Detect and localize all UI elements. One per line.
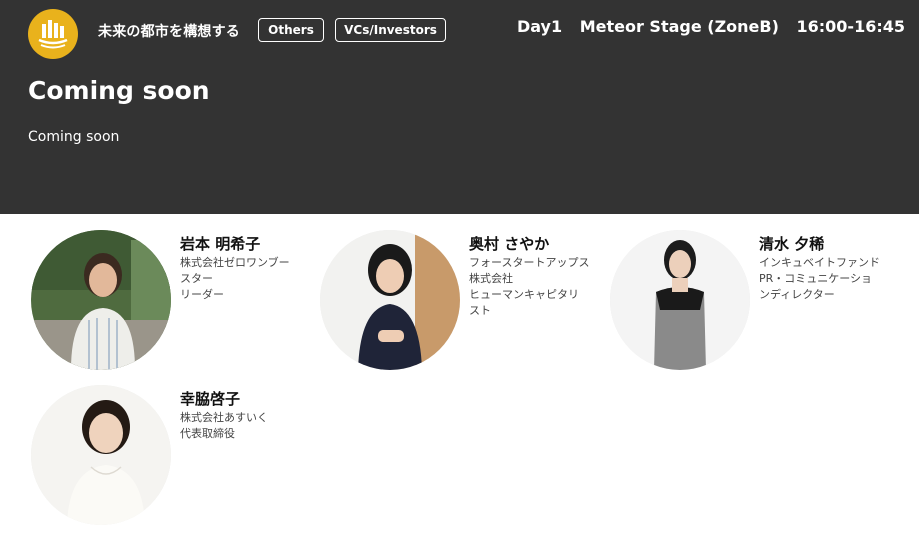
speaker-name: 幸脇啓子	[180, 390, 241, 408]
tag-vcs-investors[interactable]: VCs/Investors	[335, 18, 446, 42]
speaker-affiliation: フォースタートアップス 株式会社 ヒューマンキャピタリ スト	[469, 255, 594, 319]
affiliation-line: インキュベイトファンド	[759, 256, 880, 269]
session-meta: Day1 Meteor Stage (ZoneB) 16:00-16:45	[505, 17, 905, 36]
speaker-name: 岩本 明希子	[180, 235, 261, 253]
affiliation-line: 株式会社あすいく	[180, 411, 268, 424]
affiliation-line: ヒューマンキャピタリ	[469, 288, 579, 301]
speaker-affiliation: インキュベイトファンド PR・コミュニケーショ ンディレクター	[759, 255, 884, 303]
speaker-photo[interactable]	[31, 230, 171, 370]
city-logo-icon[interactable]	[28, 9, 78, 59]
session-header: 未来の都市を構想する Others VCs/Investors Day1 Met…	[0, 0, 919, 214]
session-time: 16:00-16:45	[796, 17, 906, 36]
session-stage: Meteor Stage (ZoneB)	[579, 17, 779, 36]
affiliation-line: 代表取締役	[180, 427, 235, 440]
speaker-affiliation: 株式会社あすいく 代表取締役	[180, 410, 305, 442]
speaker-name: 清水 夕稀	[759, 235, 825, 253]
session-day: Day1	[516, 17, 563, 36]
speaker-affiliation: 株式会社ゼロワンブー スター リーダー	[180, 255, 305, 303]
session-description: Coming soon	[28, 129, 120, 145]
affiliation-line: 株式会社ゼロワンブー	[180, 256, 290, 269]
affiliation-line: スター	[180, 272, 213, 285]
affiliation-line: PR・コミュニケーショ	[759, 272, 873, 285]
affiliation-line: スト	[469, 304, 491, 317]
affiliation-line: リーダー	[180, 288, 224, 301]
affiliation-line: フォースタートアップス	[469, 256, 590, 269]
speaker-photo[interactable]	[31, 385, 171, 525]
session-title: Coming soon	[28, 76, 210, 105]
speaker-photo[interactable]	[610, 230, 750, 370]
affiliation-line: 株式会社	[469, 272, 513, 285]
category-title: 未来の都市を構想する	[98, 24, 240, 40]
affiliation-line: ンディレクター	[759, 288, 835, 301]
speaker-photo[interactable]	[320, 230, 460, 370]
speaker-name: 奥村 さやか	[469, 235, 550, 253]
tag-others[interactable]: Others	[258, 18, 324, 42]
